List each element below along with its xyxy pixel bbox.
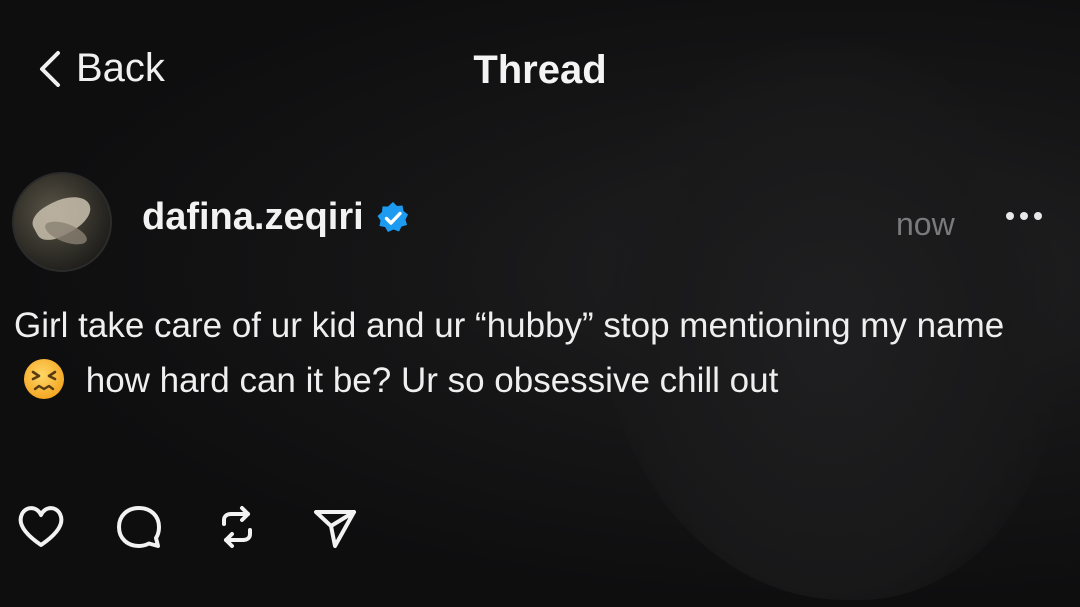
repost-icon[interactable] (210, 500, 264, 554)
verified-badge-icon (377, 201, 408, 232)
confounded-face-emoji-icon (24, 359, 64, 399)
comment-icon[interactable] (112, 500, 166, 554)
share-icon[interactable] (308, 500, 362, 554)
heart-icon[interactable] (14, 500, 68, 554)
timestamp: now (896, 206, 955, 242)
author-row: dafina.zeqiri (142, 196, 410, 239)
action-bar (14, 500, 362, 554)
thread-screen: Back Thread dafina.zeqiri now Girl take … (0, 0, 1080, 607)
post-body: Girl take care of ur kid and ur “hubby” … (14, 298, 1034, 408)
more-options-icon[interactable] (1002, 206, 1046, 226)
post-text-part1: Girl take care of ur kid and ur “hubby” … (14, 306, 1005, 345)
username[interactable]: dafina.zeqiri (142, 196, 364, 239)
page-title: Thread (473, 48, 607, 92)
post-text-part2: how hard can it be? Ur so obsessive chil… (85, 361, 779, 400)
avatar[interactable] (12, 172, 112, 272)
nav-bar: Back Thread (0, 40, 1080, 104)
